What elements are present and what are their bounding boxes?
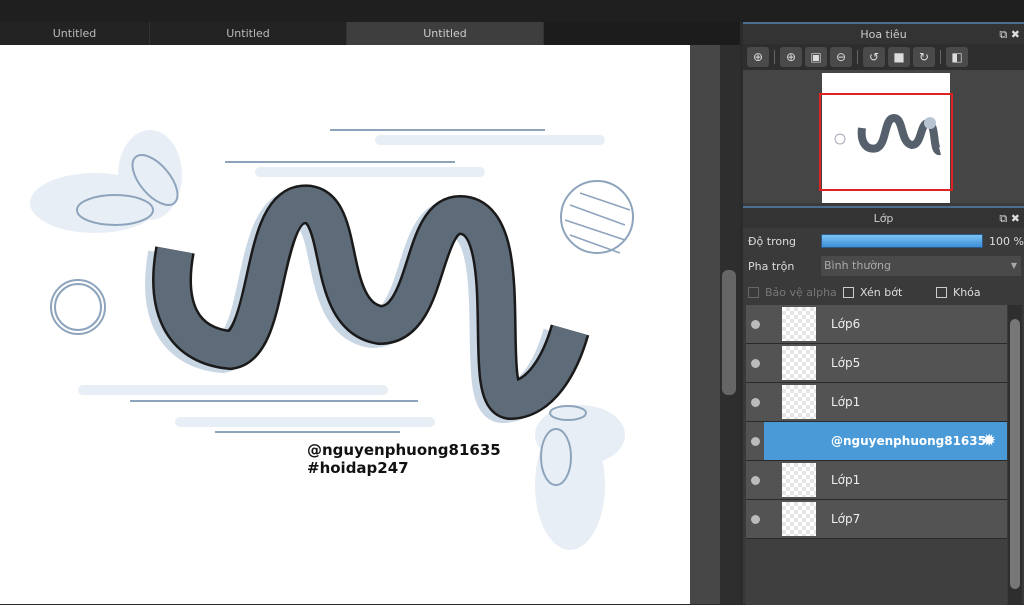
blend-label: Pha trộn bbox=[748, 259, 795, 273]
title-bar bbox=[0, 0, 1024, 22]
blend-mode-value: Bình thường bbox=[824, 259, 891, 272]
fit-icon[interactable]: ▣ bbox=[805, 47, 827, 67]
layer-thumbnail bbox=[782, 424, 816, 458]
navigator-title: Hoa tiêu bbox=[860, 28, 907, 41]
artwork: @nguyenphuong81635 #hoidap247 bbox=[30, 129, 634, 550]
document-tabs: Untitled Untitled Untitled bbox=[0, 22, 740, 45]
visibility-icon[interactable] bbox=[751, 319, 760, 329]
navigator-preview[interactable] bbox=[743, 70, 1024, 203]
layer-thumbnail bbox=[782, 502, 816, 536]
zoom-actual-icon[interactable]: ⊕ bbox=[747, 47, 769, 67]
navigator-viewport-frame[interactable] bbox=[819, 93, 953, 191]
layer-item[interactable]: Lớp1 bbox=[746, 461, 1007, 500]
layers-list: Lớp6 Lớp5 Lớp1 @nguyenphuong81635 ✹ Lớp1 … bbox=[746, 305, 1007, 605]
tab-untitled-1[interactable]: Untitled bbox=[0, 22, 150, 45]
rotate-right-icon[interactable]: ↻ bbox=[913, 47, 935, 67]
layer-name: @nguyenphuong81635 bbox=[831, 434, 986, 448]
canvas-scroll-thumb[interactable] bbox=[722, 270, 736, 395]
chevron-down-icon: ▼ bbox=[1010, 261, 1017, 270]
layer-name: Lớp7 bbox=[831, 512, 861, 526]
layer-name: Lớp1 bbox=[831, 473, 861, 487]
drawing-canvas[interactable]: @nguyenphuong81635 #hoidap247 bbox=[0, 45, 690, 604]
panel-popout-close-icons[interactable]: ⧉ ✖ bbox=[999, 24, 1020, 46]
layer-item[interactable]: Lớp5 bbox=[746, 344, 1007, 383]
opacity-label: Độ trong bbox=[748, 234, 797, 248]
zoom-in-icon[interactable]: ⊕ bbox=[780, 47, 802, 67]
protect-alpha-checkbox[interactable]: Bảo vệ alpha bbox=[748, 286, 843, 299]
right-panel: Hoa tiêu ⧉ ✖ ⊕ ⊕ ▣ ⊖ ↺ ■ ↻ ◧ Lớp ⧉ ✖ Độ … bbox=[743, 22, 1024, 605]
visibility-icon[interactable] bbox=[751, 475, 760, 485]
layer-name: Lớp6 bbox=[831, 317, 861, 331]
canvas-margin bbox=[690, 45, 720, 604]
layer-item[interactable]: Lớp1 bbox=[746, 383, 1007, 422]
blend-mode-select[interactable]: Bình thường ▼ bbox=[821, 256, 1021, 276]
opacity-slider[interactable] bbox=[821, 234, 983, 248]
layer-item[interactable]: Lớp6 bbox=[746, 305, 1007, 344]
tab-untitled-3[interactable]: Untitled bbox=[347, 22, 544, 45]
watermark-hashtag: #hoidap247 bbox=[307, 459, 409, 477]
visibility-icon[interactable] bbox=[751, 436, 760, 446]
fullscreen-icon[interactable]: ■ bbox=[888, 47, 910, 67]
gear-icon[interactable]: ✹ bbox=[982, 431, 996, 451]
layer-thumbnail bbox=[782, 463, 816, 497]
flip-icon[interactable]: ◧ bbox=[946, 47, 968, 67]
layers-header: Lớp ⧉ ✖ bbox=[743, 206, 1024, 228]
navigator-header: Hoa tiêu ⧉ ✖ bbox=[743, 22, 1024, 44]
clip-checkbox[interactable]: Xén bớt bbox=[843, 286, 936, 299]
navigator-toolbar: ⊕ ⊕ ▣ ⊖ ↺ ■ ↻ ◧ bbox=[743, 44, 1024, 70]
layer-item[interactable]: Lớp7 bbox=[746, 500, 1007, 539]
tab-untitled-2[interactable]: Untitled bbox=[150, 22, 347, 45]
layer-name: Lớp1 bbox=[831, 395, 861, 409]
panel-popout-close-icons[interactable]: ⧉ ✖ bbox=[999, 208, 1020, 230]
rotate-left-icon[interactable]: ↺ bbox=[863, 47, 885, 67]
lock-checkbox[interactable]: Khóa bbox=[936, 286, 981, 299]
visibility-icon[interactable] bbox=[751, 358, 760, 368]
layer-thumbnail bbox=[782, 385, 816, 419]
visibility-icon[interactable] bbox=[751, 397, 760, 407]
layer-name: Lớp5 bbox=[831, 356, 861, 370]
layer-thumbnail bbox=[782, 346, 816, 380]
layers-title: Lớp bbox=[873, 212, 894, 225]
layers-scroll-thumb[interactable] bbox=[1010, 319, 1020, 589]
opacity-value: 100 % bbox=[989, 234, 1024, 248]
layer-item-selected[interactable]: @nguyenphuong81635 ✹ bbox=[746, 422, 1007, 461]
watermark-handle: @nguyenphuong81635 bbox=[307, 441, 501, 459]
layer-thumbnail bbox=[782, 307, 816, 341]
visibility-icon[interactable] bbox=[751, 514, 760, 524]
zoom-out-icon[interactable]: ⊖ bbox=[830, 47, 852, 67]
